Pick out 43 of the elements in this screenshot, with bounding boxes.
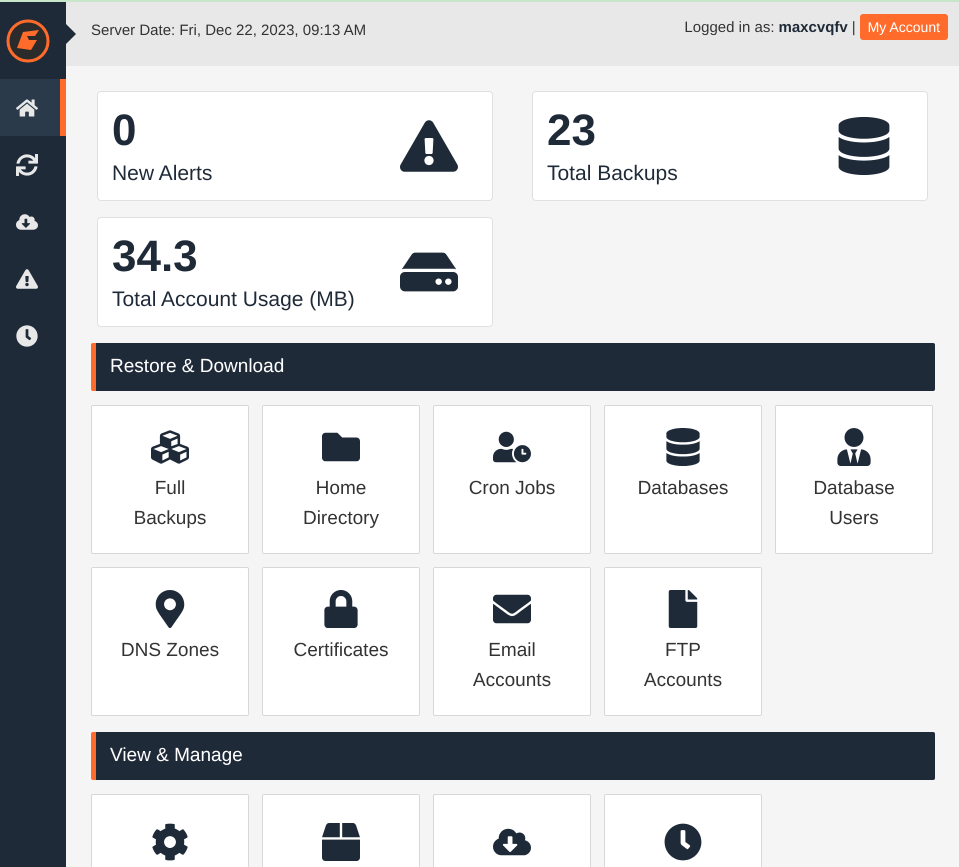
logged-in-label: Logged in as: — [684, 18, 774, 36]
logo-icon — [5, 18, 51, 64]
tile-label: Certificates — [292, 639, 390, 663]
stat-value: 23 — [547, 106, 597, 156]
tile-button[interactable]: DNS Zones — [91, 567, 249, 716]
stat-value: 34.3 — [112, 232, 199, 282]
sidebar-item[interactable] — [0, 79, 66, 136]
stat-label: Total Account Usage (MB) — [112, 288, 355, 312]
stat-label: Total Backups — [547, 162, 678, 186]
tile-label: DNS Zones — [120, 639, 220, 663]
tile-label: Full Backups — [132, 477, 208, 531]
tile-button[interactable]: Home Directory — [262, 405, 420, 554]
tile-label: Databases — [636, 477, 730, 501]
tile-label: Database Users — [812, 477, 896, 531]
clock-icon — [664, 823, 702, 861]
username: maxcvqfv — [778, 18, 848, 36]
tile-label: FTP Accounts — [642, 639, 724, 693]
box-icon — [322, 823, 360, 861]
warning-icon — [16, 268, 38, 290]
tile-button[interactable]: Full Backups — [91, 405, 249, 554]
tile-label: Home Directory — [302, 477, 380, 531]
tile-button[interactable]: Email Accounts — [433, 567, 591, 716]
server-date: Server Date: Fri, Dec 22, 2023, 09:13 AM — [91, 22, 366, 38]
home-icon — [16, 96, 38, 118]
section-header: Restore & Download — [91, 343, 935, 391]
section-header: View & Manage — [91, 732, 935, 780]
stat-label: New Alerts — [112, 162, 212, 186]
tile-button[interactable]: Certificates — [262, 567, 420, 716]
database-icon — [664, 428, 702, 466]
lock-icon — [322, 590, 360, 628]
cubes-icon — [151, 428, 189, 466]
stat-value: 0 — [112, 106, 138, 156]
tile-button[interactable]: FTP Accounts — [604, 567, 762, 716]
tile-label: Cron Jobs — [468, 477, 556, 501]
clock-icon — [16, 324, 38, 346]
tile-button[interactable]: Databases — [604, 405, 762, 554]
user-tie-icon — [835, 428, 873, 466]
tile-label: Email Accounts — [472, 639, 552, 693]
refresh-icon — [16, 154, 38, 176]
separator: | — [852, 18, 856, 36]
tile-button[interactable]: Database Users — [775, 405, 933, 554]
settings-icon — [151, 823, 189, 861]
tile-button[interactable]: Cron Jobs — [433, 405, 591, 554]
